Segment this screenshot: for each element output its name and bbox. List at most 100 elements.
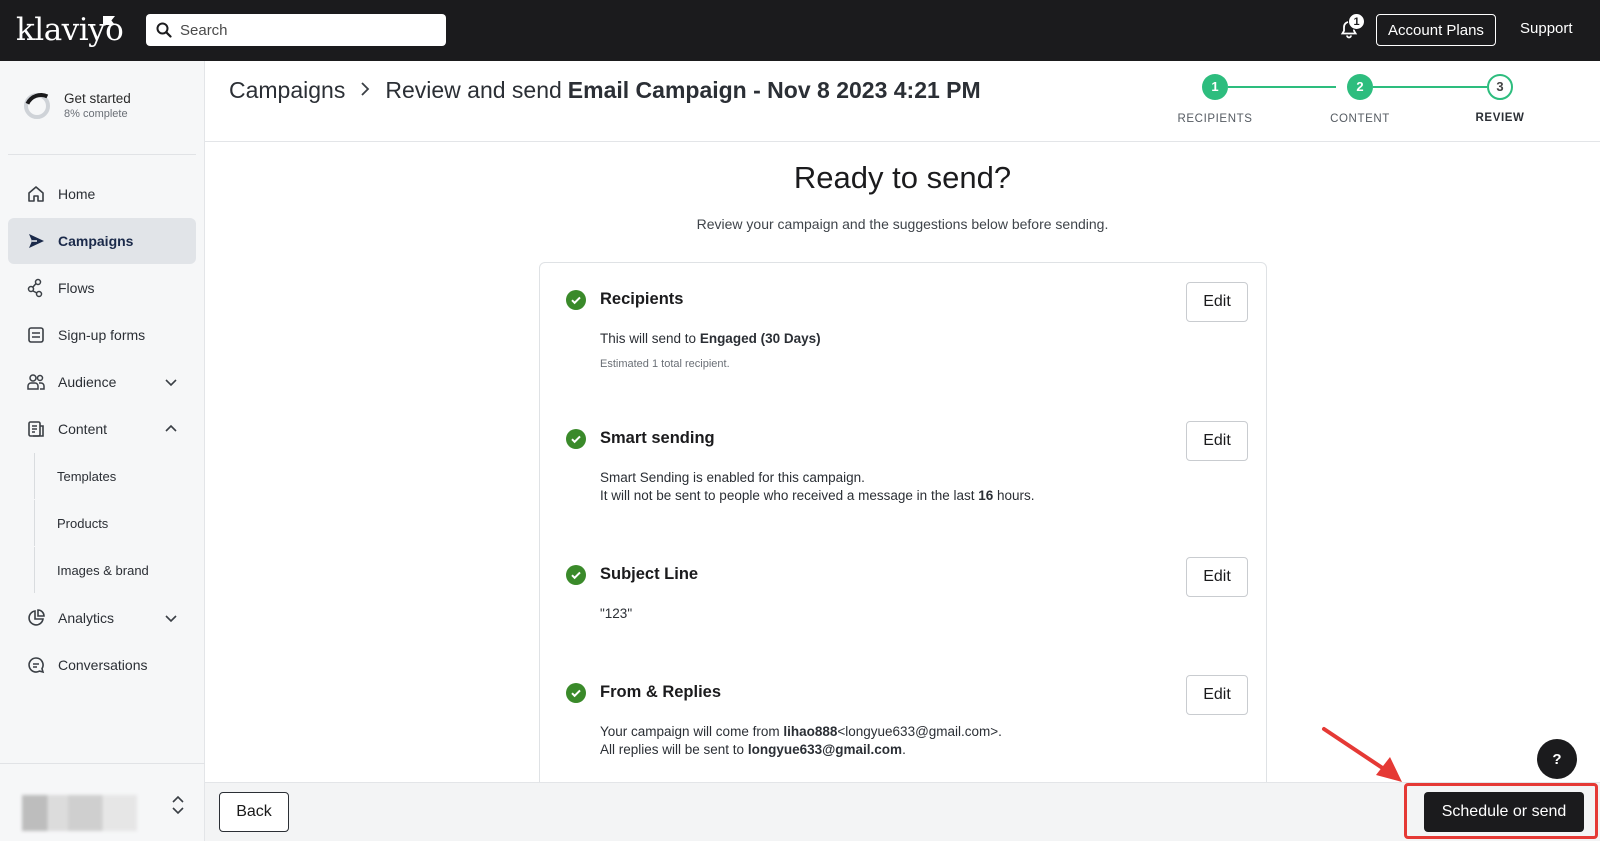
step-recipients-dot[interactable]: 1 [1202,74,1228,100]
checkmark-icon [566,429,586,449]
section-title: From & Replies [600,683,722,701]
step-content-label[interactable]: CONTENT [1310,113,1410,125]
section-title: Recipients [600,290,684,308]
sidebar-subitem-label: Images & brand [57,562,149,578]
subject-line-value: "123" [600,606,633,621]
chevron-updown-icon[interactable] [170,793,186,817]
sidebar-item-label: Audience [58,374,117,390]
smart-sending-hours: 16 [978,488,994,503]
sidebar-item-label: Flows [58,280,95,296]
chevron-up-icon[interactable] [164,422,178,436]
reply-to-suffix: . [902,742,906,757]
breadcrumb-campaigns[interactable]: Campaigns [229,77,345,104]
sidebar-subitem-products[interactable]: Products [34,500,194,546]
sidebar-item-label: Content [58,421,108,437]
sidebar-item-flows[interactable]: Flows [8,265,196,311]
smart-sending-detail-suffix: hours. [997,488,1035,503]
sidebar-item-label: Sign-up forms [58,327,146,343]
search-input[interactable]: Search [146,14,446,46]
sidebar-item-label: Home [58,186,96,202]
audience-icon [26,372,46,392]
smart-sending-status: Smart Sending is enabled for this campai… [600,470,865,485]
edit-from-replies-button[interactable]: Edit [1186,675,1248,715]
recipients-estimate: Estimated 1 total recipient. [600,358,730,370]
from-sender-text: Your campaign will come from [600,724,780,739]
edit-recipients-button[interactable]: Edit [1186,282,1248,322]
from-sender-email: <longyue633@gmail.com>. [837,724,1002,739]
recipients-summary-text: This will send to [600,331,697,346]
notification-badge: 1 [1348,13,1365,30]
account-plans-button[interactable]: Account Plans [1376,14,1496,46]
top-bar: klaviyo Search 1 Account Plans Support [0,0,1600,61]
sidebar-subitem-label: Templates [57,468,117,484]
sidebar-item-campaigns[interactable]: Campaigns [8,218,196,264]
smart-sending-detail: It will not be sent to people who receiv… [600,488,1035,503]
support-link[interactable]: Support [1520,20,1573,37]
section-title: Smart sending [600,429,715,447]
smart-sending-detail-text: It will not be sent to people who receiv… [600,488,975,503]
conversations-icon [26,655,46,675]
sidebar-item-analytics[interactable]: Analytics [8,595,196,641]
chevron-down-icon[interactable] [164,375,178,389]
analytics-icon [26,608,46,628]
review-heading: Ready to send? [793,160,1012,195]
sidebar-item-label: Campaigns [58,233,134,249]
chevron-down-icon[interactable] [164,611,178,625]
sidebar-item-label: Conversations [58,657,148,673]
account-switcher-avatar[interactable] [22,795,137,831]
checkmark-icon [566,290,586,310]
breadcrumb: Campaigns Review and send Email Campaign… [229,77,981,104]
sidebar-subitem-templates[interactable]: Templates [34,453,194,499]
sidebar: Get started 8% complete Home Campaigns F… [0,61,205,841]
sidebar-item-home[interactable]: Home [8,171,196,217]
step-review-label: REVIEW [1475,112,1525,124]
step-recipients-label[interactable]: RECIPIENTS [1165,113,1265,125]
edit-subject-line-button[interactable]: Edit [1186,557,1248,597]
from-sender-name: lihao888 [783,724,838,739]
sidebar-divider [8,154,196,155]
recipients-summary: This will send to Engaged (30 Days) [600,331,821,346]
get-started-widget[interactable]: Get started 8% complete [24,91,131,120]
back-button[interactable]: Back [219,792,289,832]
edit-smart-sending-button[interactable]: Edit [1186,421,1248,461]
reply-to: All replies will be sent to longyue633@g… [600,742,906,757]
progress-ring-icon [24,92,50,119]
recipients-list-name: Engaged (30 Days) [699,331,821,346]
annotation-arrow-icon [1322,727,1402,782]
sidebar-divider [0,763,205,764]
sidebar-item-content[interactable]: Content [8,406,196,452]
schedule-or-send-button[interactable]: Schedule or send [1424,792,1584,832]
signup-forms-icon [26,325,46,345]
chevron-right-icon [359,77,371,104]
sidebar-item-signup-forms[interactable]: Sign-up forms [8,312,196,358]
page-title: Email Campaign - Nov 8 2023 4:21 PM [567,77,981,103]
review-subtitle: Review your campaign and the suggestions… [696,216,1109,232]
sidebar-subitem-label: Products [57,515,109,531]
step-content-dot[interactable]: 2 [1347,74,1373,100]
stepper-connector [1228,86,1336,88]
step-review-dot: 3 [1487,74,1513,100]
sidebar-item-label: Analytics [58,610,115,626]
checkmark-icon [566,683,586,703]
reply-to-text: All replies will be sent to [600,742,745,757]
section-title: Subject Line [600,565,699,583]
sidebar-item-audience[interactable]: Audience [8,359,196,405]
search-icon [156,22,172,38]
sidebar-subitem-images-brand[interactable]: Images & brand [34,547,194,593]
sidebar-item-conversations[interactable]: Conversations [8,642,196,688]
from-sender: Your campaign will come from lihao888<lo… [600,724,1002,739]
breadcrumb-review-and-send: Review and send [385,77,562,103]
stepper-connector [1373,86,1487,88]
get-started-progress: 8% complete [64,108,128,120]
progress-stepper: 1 RECIPIENTS 2 CONTENT 3 REVIEW [1165,69,1555,129]
get-started-title: Get started [64,91,131,106]
checkmark-icon [566,565,586,585]
footer-bar: Back [205,782,1600,841]
help-button[interactable]: ? [1537,739,1577,779]
search-placeholder: Search [180,21,228,39]
reply-to-email: longyue633@gmail.com [747,742,903,757]
flows-icon [26,278,46,298]
campaigns-icon [26,231,46,251]
main-content: Ready to send? Review your campaign and … [205,142,1600,802]
review-card: Recipients Edit This will send to Engage… [539,262,1267,802]
